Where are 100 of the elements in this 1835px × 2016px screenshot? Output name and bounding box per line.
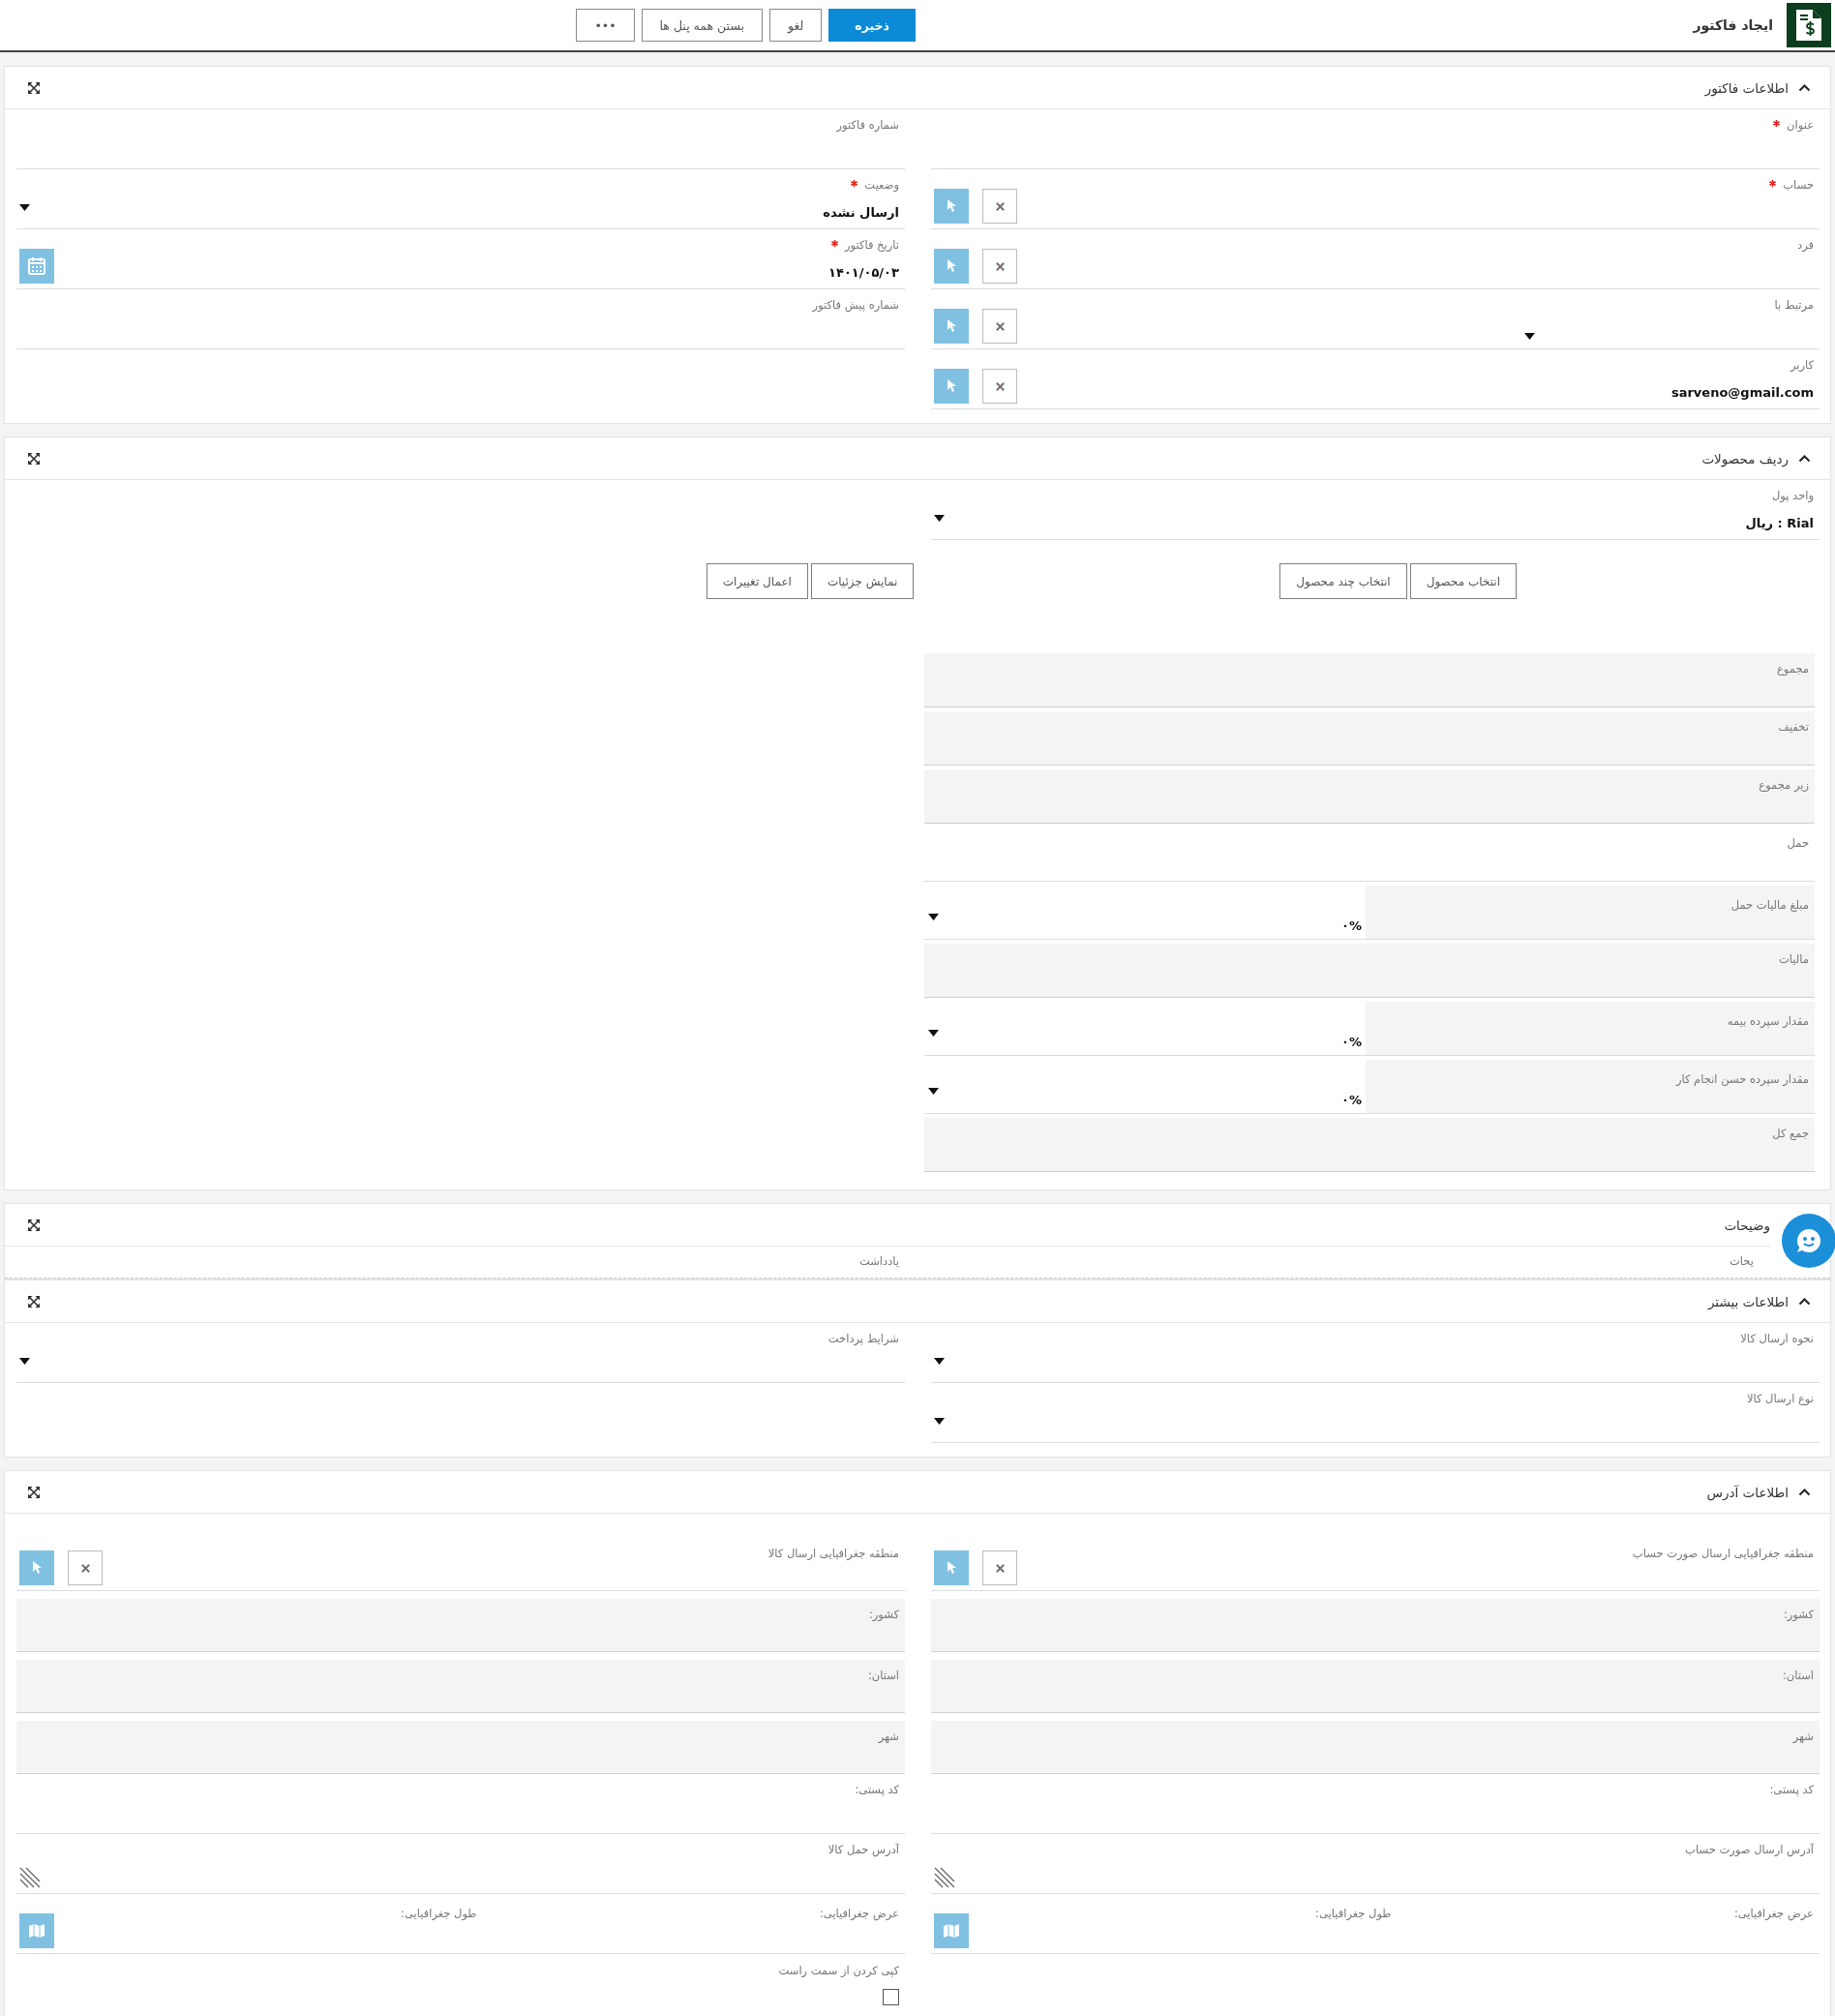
field-label: عرض جغرافیایی: bbox=[819, 1907, 899, 1920]
field-value: ۰% bbox=[1341, 1035, 1362, 1051]
textarea-field[interactable]: آدرس حمل کالا bbox=[16, 1834, 905, 1894]
text-field[interactable]: شماره پیش فاکتور bbox=[16, 289, 905, 349]
close-icon bbox=[994, 200, 1006, 212]
dropdown-caret-icon[interactable] bbox=[928, 1030, 939, 1037]
percent-field[interactable]: مقدار سپرده حسن انجام کار ۰% bbox=[924, 1060, 1815, 1114]
coordinates-field[interactable]: عرض جغرافیایی: طول جغرافیایی: bbox=[931, 1894, 1820, 1954]
clear-button[interactable] bbox=[68, 1550, 103, 1585]
expand-icon[interactable] bbox=[28, 1295, 40, 1308]
expand-icon[interactable] bbox=[28, 1219, 40, 1231]
dropdown-caret-icon[interactable] bbox=[928, 1088, 939, 1095]
dropdown-caret-icon[interactable] bbox=[19, 204, 30, 211]
resize-grip-icon[interactable] bbox=[19, 1867, 41, 1888]
lookup-field[interactable]: منطقه جغرافیایی ارسال صورت حساب bbox=[931, 1514, 1820, 1591]
dropdown-caret-icon[interactable] bbox=[934, 1418, 945, 1425]
field-label: زیر مجموع bbox=[1759, 778, 1809, 792]
expand-icon[interactable] bbox=[28, 1486, 40, 1498]
expand-icon[interactable] bbox=[28, 81, 40, 94]
toolbar-button[interactable]: بستن همه پنل ها bbox=[641, 9, 763, 42]
cursor-icon bbox=[946, 379, 957, 393]
clear-button[interactable] bbox=[982, 309, 1017, 344]
field-label: شماره فاکتور bbox=[836, 118, 899, 132]
field-label: کد پستی: bbox=[1769, 1783, 1814, 1796]
field-value: ارسال نشده bbox=[822, 205, 899, 222]
dropdown-caret-icon[interactable] bbox=[928, 914, 939, 920]
text-field[interactable]: یحات bbox=[931, 1247, 1760, 1278]
panel-title: وضیحات bbox=[1724, 1217, 1770, 1233]
dropdown-caret-icon[interactable] bbox=[934, 515, 945, 522]
field-value: ۰% bbox=[1341, 918, 1362, 935]
chat-icon bbox=[1794, 1226, 1823, 1255]
dropdown-field[interactable]: نوع ارسال کالا bbox=[931, 1383, 1820, 1443]
text-field[interactable]: حمل bbox=[924, 827, 1815, 882]
field-label: عنوان bbox=[1787, 118, 1814, 132]
field-label: منطقه جغرافیایی ارسال کالا bbox=[767, 1547, 899, 1560]
save-button[interactable]: ذخیره bbox=[828, 9, 916, 42]
panel-header[interactable]: ردیف محصولات bbox=[5, 437, 1830, 480]
field-label: مالیات bbox=[1779, 952, 1809, 966]
field-label: یادداشت bbox=[858, 1254, 899, 1268]
field-label: حساب bbox=[1783, 178, 1814, 192]
textarea-field[interactable]: آدرس ارسال صورت حساب bbox=[931, 1834, 1820, 1894]
resize-grip-icon[interactable] bbox=[934, 1867, 955, 1888]
chevron-up-icon[interactable] bbox=[1798, 1488, 1811, 1496]
clear-button[interactable] bbox=[982, 189, 1017, 224]
panel-title: اطلاعات فاکتور bbox=[1704, 79, 1789, 96]
panel-header[interactable]: اطلاعات فاکتور bbox=[5, 67, 1830, 109]
field-label: عرض جغرافیایی: bbox=[1733, 1907, 1814, 1920]
action-button[interactable]: انتخاب چند محصول bbox=[1279, 563, 1407, 599]
lookup-field[interactable]: منطقه جغرافیایی ارسال کالا bbox=[16, 1514, 905, 1591]
text-field[interactable]: یادداشت bbox=[16, 1247, 905, 1278]
action-button[interactable]: انتخاب محصول bbox=[1409, 563, 1517, 599]
lookup-field[interactable]: حساب bbox=[931, 169, 1820, 229]
dropdown-caret-icon[interactable] bbox=[19, 1358, 30, 1365]
field-label: منطقه جغرافیایی ارسال صورت حساب bbox=[1632, 1547, 1814, 1560]
dropdown-field[interactable]: شرایط پرداخت bbox=[16, 1323, 905, 1383]
field-label: یحات bbox=[1730, 1254, 1754, 1268]
close-icon bbox=[994, 320, 1006, 332]
dropdown-field[interactable]: نحوه ارسال کالا bbox=[931, 1323, 1820, 1383]
dropdown-caret-icon[interactable] bbox=[1524, 333, 1535, 340]
clear-button[interactable] bbox=[982, 1550, 1017, 1585]
field-label: وضعیت bbox=[864, 178, 899, 192]
field-label: شرایط پرداخت bbox=[827, 1332, 899, 1345]
toolbar-button[interactable]: لغو bbox=[769, 9, 823, 42]
field-label: شهر bbox=[1792, 1730, 1814, 1743]
field-label: فرد bbox=[1797, 238, 1814, 252]
map-icon bbox=[944, 1924, 959, 1938]
lookup-field[interactable]: مرتبط با bbox=[931, 289, 1820, 349]
field-label: مرتبط با bbox=[1774, 298, 1814, 312]
lookup-field[interactable]: فرد bbox=[931, 229, 1820, 289]
text-field[interactable]: عنوان bbox=[931, 109, 1820, 169]
toolbar-button[interactable]: ••• bbox=[576, 9, 635, 42]
panel-header[interactable]: اطلاعات بیشتر bbox=[5, 1280, 1830, 1323]
dropdown-caret-icon[interactable] bbox=[934, 1358, 945, 1365]
chat-button[interactable] bbox=[1782, 1214, 1835, 1268]
field-label: نوع ارسال کالا bbox=[1746, 1392, 1814, 1405]
cursor-icon bbox=[946, 259, 957, 273]
coordinates-field[interactable]: عرض جغرافیایی: طول جغرافیایی: bbox=[16, 1894, 905, 1954]
panel-title: ردیف محصولات bbox=[1701, 450, 1789, 466]
clear-button[interactable] bbox=[982, 369, 1017, 404]
close-icon bbox=[994, 1562, 1006, 1574]
action-button[interactable]: نمایش جزئیات bbox=[810, 563, 915, 599]
chevron-up-icon[interactable] bbox=[1798, 454, 1811, 463]
panel-header[interactable]: وضیحات bbox=[5, 1204, 1770, 1247]
dropdown-field[interactable]: واحد پول Rial : ریال bbox=[931, 480, 1820, 540]
field-label: مبلغ مالیات حمل bbox=[1730, 898, 1809, 912]
text-field[interactable]: شماره فاکتور bbox=[16, 109, 905, 169]
date-field[interactable]: تاریخ فاکتور ۱۴۰۱/۰۵/۰۳ bbox=[16, 229, 905, 289]
checkbox[interactable] bbox=[883, 1989, 899, 2005]
panel-header[interactable]: اطلاعات آدرس bbox=[5, 1471, 1830, 1514]
action-button[interactable]: اعمال تغییرات bbox=[706, 563, 808, 599]
expand-icon[interactable] bbox=[28, 452, 40, 465]
percent-field[interactable]: مبلغ مالیات حمل ۰% bbox=[924, 886, 1815, 940]
field-label: واحد پول bbox=[1771, 489, 1814, 502]
clear-button[interactable] bbox=[982, 249, 1017, 284]
text-field[interactable]: کد پستی: bbox=[16, 1774, 905, 1834]
chevron-up-icon[interactable] bbox=[1798, 1297, 1811, 1306]
percent-field[interactable]: مقدار سپرده بیمه ۰% bbox=[924, 1002, 1815, 1056]
chevron-up-icon[interactable] bbox=[1798, 83, 1811, 92]
text-field[interactable]: کد پستی: bbox=[931, 1774, 1820, 1834]
dropdown-field[interactable]: وضعیت ارسال نشده bbox=[16, 169, 905, 229]
